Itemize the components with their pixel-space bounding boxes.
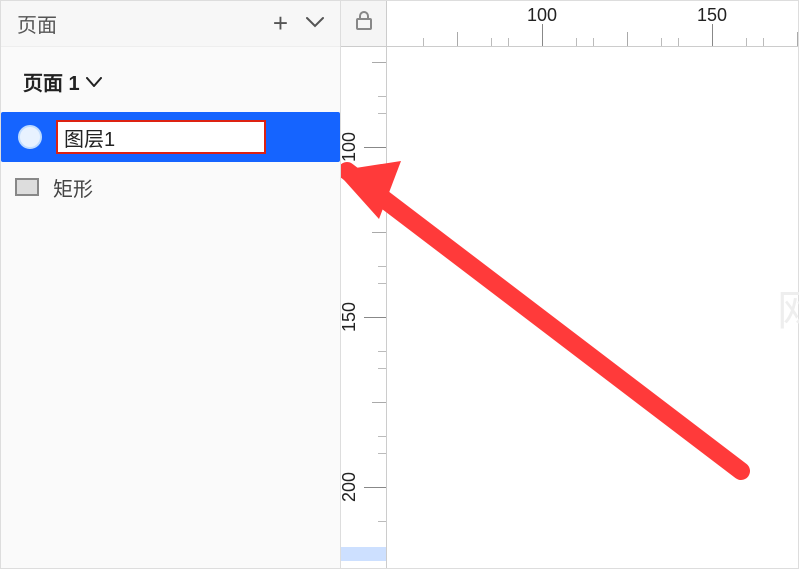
layer-rename-input[interactable] [56, 120, 266, 154]
expand-page-icon[interactable] [86, 71, 102, 92]
panel-title: 页面 [17, 9, 57, 38]
ruler-label: 200 [341, 472, 360, 502]
rectangle-icon [15, 178, 39, 196]
ruler-corner [341, 1, 387, 47]
layer-list: 矩形 [1, 112, 340, 212]
ruler-selection-indicator [341, 547, 387, 561]
collapse-icon[interactable] [306, 15, 324, 33]
canvas[interactable]: 网 [387, 47, 798, 568]
page-item[interactable]: 页面 1 [1, 47, 340, 112]
ruler-label: 100 [527, 5, 557, 26]
layer-item[interactable]: 矩形 [1, 162, 340, 212]
ruler-label: 150 [697, 5, 727, 26]
pages-panel-header: 页面 + [1, 1, 340, 47]
ruler-label: 100 [341, 132, 360, 162]
layer-item-selected[interactable] [1, 112, 340, 162]
circle-icon [18, 125, 42, 149]
ruler-label: 150 [341, 302, 360, 332]
watermark-text: 网 [777, 277, 799, 338]
page-name: 页面 1 [23, 67, 80, 96]
vertical-ruler[interactable]: 100 150 200 [341, 47, 387, 568]
add-page-icon[interactable]: + [273, 8, 288, 39]
horizontal-ruler[interactable]: 100 150 [387, 1, 798, 47]
layer-label: 矩形 [53, 173, 93, 202]
canvas-area: 100 150 100 150 200 [341, 1, 798, 568]
pages-panel: 页面 + 页面 1 矩形 [1, 1, 341, 568]
lock-icon[interactable] [355, 11, 373, 36]
